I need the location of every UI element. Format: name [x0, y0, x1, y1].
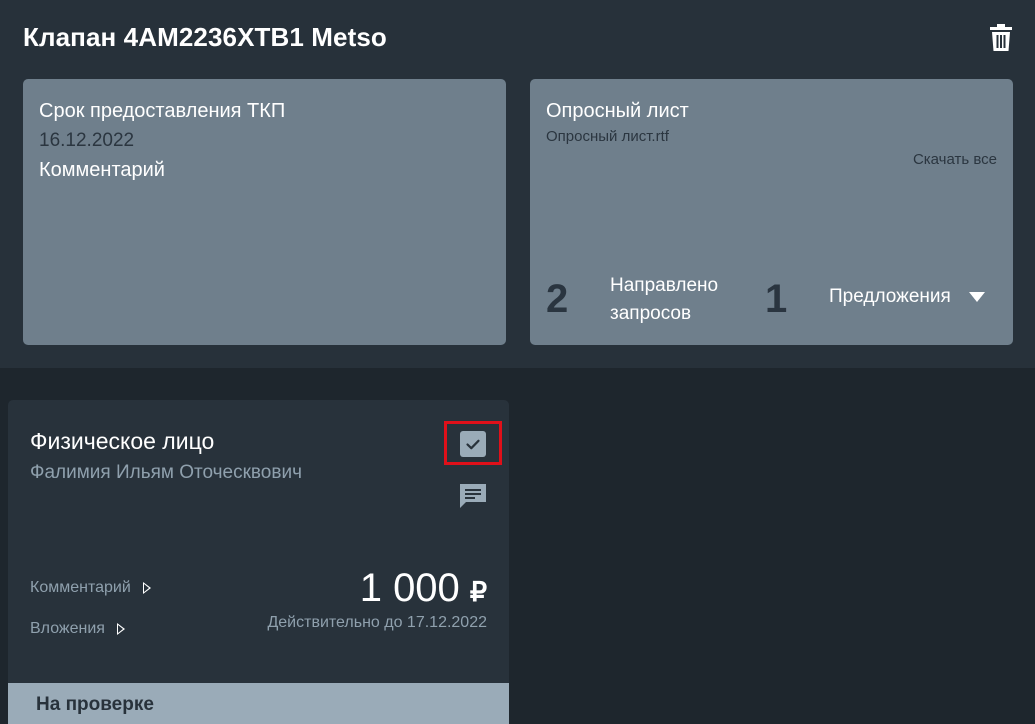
deadline-value: 16.12.2022: [39, 130, 135, 151]
caret-down-icon: [968, 292, 985, 302]
supplier-name: Фалимия Ильям Оточесквович: [30, 462, 302, 483]
checkbox[interactable]: [460, 431, 486, 457]
select-checkbox-highlight[interactable]: [444, 421, 502, 465]
attachments-toggle[interactable]: Вложения: [30, 620, 125, 638]
questionnaire-file-link[interactable]: Опросный лист.rtf: [546, 128, 669, 145]
currency-symbol: ₽: [469, 577, 487, 607]
check-icon: [466, 439, 480, 450]
sent-label-line2: запросов: [610, 303, 692, 324]
offers-label: Предложения: [829, 286, 951, 307]
play-right-icon: [116, 623, 125, 635]
comment-link-label: Комментарий: [30, 579, 131, 596]
supplier-type: Физическое лицо: [30, 428, 215, 454]
sent-label-line1: Направлено: [610, 275, 719, 296]
price-value: 1 000: [359, 566, 460, 610]
download-all-link[interactable]: Скачать все: [913, 151, 997, 168]
status-text: На проверке: [36, 694, 154, 715]
attachments-link-label: Вложения: [30, 620, 105, 637]
questionnaire-title: Опросный лист: [546, 100, 689, 122]
status-bar: На проверке: [8, 683, 509, 724]
deadline-card: Срок предоставления ТКП 16.12.2022 Комме…: [23, 79, 506, 345]
valid-until: Действительно до 17.12.2022: [267, 614, 487, 631]
questionnaire-card: Опросный лист Опросный лист.rtf Скачать …: [530, 79, 1013, 345]
deadline-label: Срок предоставления ТКП: [39, 100, 286, 122]
play-right-icon: [142, 582, 151, 594]
offer-card: Физическое лицо Фалимия Ильям Оточесквов…: [8, 400, 509, 724]
offers-dropdown[interactable]: Предложения: [829, 286, 985, 308]
page-title: Клапан 4AM2236XTB1 Metso: [23, 22, 387, 52]
sent-requests-label: Направлено запросов: [610, 272, 718, 328]
chat-icon[interactable]: [458, 482, 488, 510]
offers-count: 1: [765, 277, 788, 321]
request-panel: Клапан 4AM2236XTB1 Metso Срок предоставл…: [0, 0, 1035, 368]
sent-requests-count: 2: [546, 277, 569, 321]
comment-toggle[interactable]: Комментарий: [30, 579, 151, 597]
offer-price: 1 000 ₽: [360, 566, 487, 611]
comment-label: Комментарий: [39, 159, 165, 181]
trash-icon[interactable]: [988, 24, 1014, 52]
